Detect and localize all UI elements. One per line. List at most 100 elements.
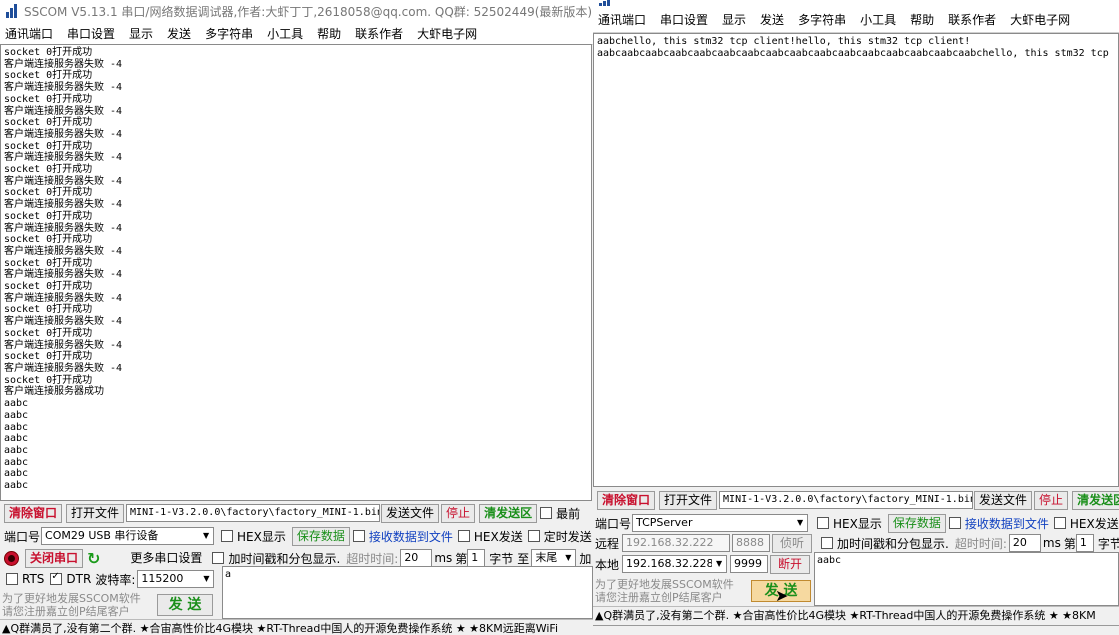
- port-row: 端口号 TCPServer ▼ HEX显示 保存数据 接收数据到文件 HEX发送: [595, 513, 1119, 533]
- menu-serial-settings[interactable]: 串口设置: [60, 25, 122, 42]
- listen-button[interactable]: 侦听: [772, 533, 813, 553]
- recv-to-file-button[interactable]: 接收数据到文件: [369, 528, 453, 545]
- receive-line: aabc: [4, 409, 29, 421]
- receive-line: socket 0打开成功: [4, 327, 93, 339]
- receive-line: aabc: [4, 480, 29, 492]
- receive-line: socket 0打开成功: [4, 140, 93, 152]
- sscom-logo-icon: [599, 0, 613, 6]
- recv-to-file-button[interactable]: 接收数据到文件: [965, 515, 1049, 532]
- clear-send-button[interactable]: 清发送区: [1072, 490, 1119, 510]
- recv-to-file-checkbox[interactable]: [352, 530, 365, 542]
- open-file-button[interactable]: 打开文件: [659, 490, 718, 510]
- menu-display[interactable]: 显示: [122, 25, 160, 42]
- hex-send-label: HEX发送: [1069, 516, 1119, 531]
- menu-tools[interactable]: 小工具: [853, 11, 903, 28]
- byte-label: 字节: [489, 551, 514, 566]
- disconnect-button[interactable]: 断开: [770, 554, 811, 574]
- receive-line: socket 0打开成功: [4, 47, 93, 58]
- menu-help[interactable]: 帮助: [310, 25, 348, 42]
- stop-button[interactable]: 停止: [441, 503, 476, 523]
- send-file-button[interactable]: 发送文件: [381, 503, 440, 523]
- recv-to-file-checkbox[interactable]: [948, 517, 961, 529]
- save-data-button[interactable]: 保存数据: [291, 526, 350, 546]
- menu-serial-settings[interactable]: 串口设置: [653, 11, 715, 28]
- menu-help[interactable]: 帮助: [903, 11, 941, 28]
- to-label: 至: [517, 551, 530, 566]
- hex-send-checkbox[interactable]: [1053, 517, 1066, 529]
- baud-select[interactable]: 115200 ▼: [137, 570, 215, 588]
- di-label: 第: [1063, 536, 1076, 551]
- local-row: 本地 192.168.32.228 ▼ 9999 断开: [595, 554, 811, 574]
- promo-line-1: 为了更好地发展SSCOM软件: [2, 592, 141, 605]
- menu-website[interactable]: 大虾电子网: [410, 25, 484, 42]
- timed-send-checkbox[interactable]: [527, 530, 540, 542]
- hex-display-checkbox[interactable]: [817, 517, 830, 529]
- byte-index-input[interactable]: 1: [1075, 534, 1094, 552]
- receive-line: socket 0打开成功: [4, 117, 93, 129]
- timeout-input[interactable]: 20: [1008, 534, 1041, 552]
- menu-contact-author[interactable]: 联系作者: [941, 11, 1003, 28]
- hex-send-checkbox[interactable]: [457, 530, 470, 542]
- timeout-input[interactable]: 20: [400, 549, 433, 567]
- refresh-icon[interactable]: ↻: [87, 549, 100, 568]
- menu-comm-port[interactable]: 通讯端口: [0, 25, 60, 42]
- more-settings-button[interactable]: 更多串口设置: [126, 550, 206, 567]
- receive-line: socket 0打开成功: [4, 164, 93, 176]
- menu-send[interactable]: 发送: [753, 11, 791, 28]
- file-path-field[interactable]: MINI-1-V3.2.0.0\factory\factory_MINI-1.b…: [126, 504, 381, 522]
- save-data-button[interactable]: 保存数据: [887, 513, 946, 533]
- receive-line: 客户端连接服务器失败 -4: [4, 339, 123, 351]
- local-port-input[interactable]: 9999: [730, 555, 769, 573]
- hex-display-checkbox[interactable]: [221, 530, 234, 542]
- dtr-checkbox[interactable]: [50, 571, 63, 585]
- receive-line: 客户端连接服务器失败 -4: [4, 292, 123, 304]
- menu-multi-string[interactable]: 多字符串: [791, 11, 853, 28]
- receive-line: socket 0打开成功: [4, 304, 93, 316]
- receive-line: socket 0打开成功: [4, 70, 93, 82]
- promo-text[interactable]: 为了更好地发展SSCOM软件 请您注册嘉立创P结尾客户: [595, 578, 734, 604]
- byte-index-input[interactable]: 1: [467, 549, 486, 567]
- menu-contact-author[interactable]: 联系作者: [348, 25, 410, 42]
- send-file-button[interactable]: 发送文件: [974, 490, 1033, 510]
- promo-line-2: 请您注册嘉立创P结尾客户: [595, 591, 723, 604]
- open-file-button[interactable]: 打开文件: [66, 503, 125, 523]
- hex-send-label: HEX发送: [473, 529, 523, 544]
- end-select[interactable]: 末尾 ▼: [531, 549, 577, 567]
- menu-tools[interactable]: 小工具: [260, 25, 310, 42]
- port-select[interactable]: TCPServer ▼: [632, 514, 809, 532]
- timestamp-label: 加时间戳和分包显示.: [228, 551, 341, 566]
- clear-send-button[interactable]: 清发送区: [479, 503, 538, 523]
- send-input[interactable]: aabc: [814, 552, 1119, 606]
- title-bar: SSCOM V5.13.1 串口/网络数据调试器,作者:大虾丁丁,2618058…: [0, 0, 593, 22]
- receive-line: aabc: [4, 433, 29, 445]
- clear-window-button[interactable]: 清除窗口: [597, 490, 656, 510]
- di-label: 第: [455, 551, 468, 566]
- chevron-down-icon: ▼: [199, 528, 214, 544]
- rts-checkbox[interactable]: [6, 573, 18, 585]
- receive-line: aabc: [4, 468, 29, 480]
- port-select[interactable]: COM29 USB 串行设备 ▼: [41, 527, 215, 545]
- send-button[interactable]: 发 送: [157, 594, 213, 616]
- menu-send[interactable]: 发送: [160, 25, 198, 42]
- menu-comm-port[interactable]: 通讯端口: [593, 11, 653, 28]
- receive-area[interactable]: aabchello, this stm32 tcp client!hello, …: [593, 33, 1119, 487]
- close-port-button[interactable]: 关闭串口: [25, 548, 84, 568]
- timestamp-checkbox[interactable]: [212, 552, 225, 564]
- clear-window-button[interactable]: 清除窗口: [4, 503, 63, 523]
- local-ip-select[interactable]: 192.168.32.228 ▼: [622, 555, 728, 573]
- send-input[interactable]: a: [222, 566, 593, 619]
- topmost-checkbox[interactable]: [540, 507, 553, 519]
- remote-ip-input[interactable]: 192.168.32.222: [622, 534, 731, 552]
- menu-website[interactable]: 大虾电子网: [1003, 11, 1077, 28]
- remote-port-input[interactable]: 8888: [732, 534, 771, 552]
- promo-line-1: 为了更好地发展SSCOM软件: [595, 578, 734, 591]
- receive-area[interactable]: socket 0打开成功 客户端连接服务器失败 -4 socket 0打开成功 客户端…: [0, 44, 592, 501]
- menu-multi-string[interactable]: 多字符串: [198, 25, 260, 42]
- ms-label: ms: [1042, 536, 1061, 550]
- file-path-field[interactable]: MINI-1-V3.2.0.0\factory\factory_MINI-1.b…: [719, 491, 974, 509]
- receive-line: socket 0打开成功: [4, 93, 93, 105]
- stop-button[interactable]: 停止: [1034, 490, 1069, 510]
- promo-text[interactable]: 为了更好地发展SSCOM软件 请您注册嘉立创P结尾客户: [2, 592, 141, 618]
- menu-display[interactable]: 显示: [715, 11, 753, 28]
- timestamp-checkbox[interactable]: [821, 537, 834, 549]
